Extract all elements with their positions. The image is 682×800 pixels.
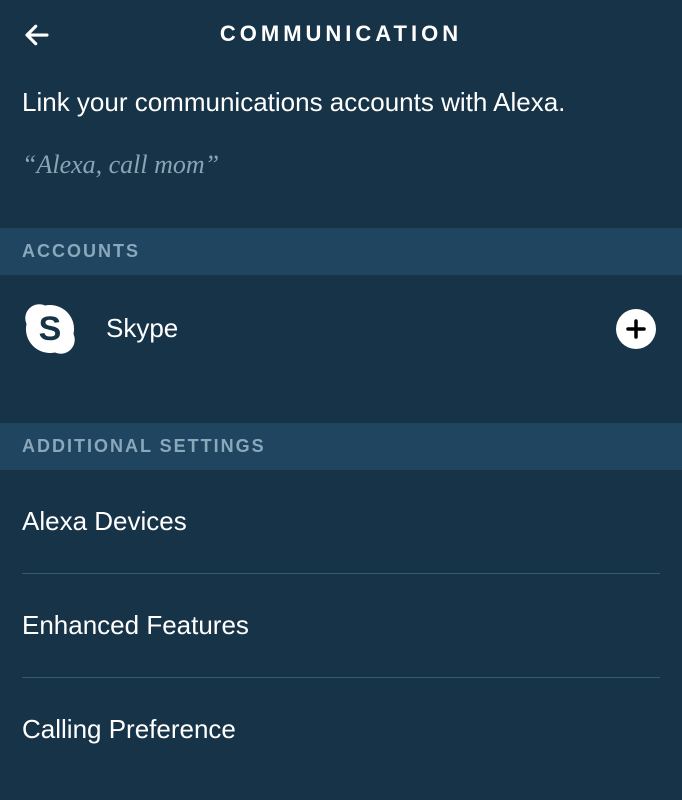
add-account-button[interactable] — [616, 309, 656, 349]
back-arrow-icon — [22, 20, 52, 50]
skype-icon: S — [22, 301, 78, 357]
account-row-skype[interactable]: S Skype — [0, 275, 682, 379]
account-label: Skype — [106, 313, 616, 344]
section-header-additional: ADDITIONAL SETTINGS — [0, 423, 682, 470]
settings-item-alexa-devices[interactable]: Alexa Devices — [22, 470, 660, 574]
back-button[interactable] — [22, 20, 52, 55]
svg-text:S: S — [39, 310, 62, 348]
example-phrase: “Alexa, call mom” — [0, 130, 682, 208]
settings-list: Alexa Devices Enhanced Features Calling … — [0, 470, 682, 781]
section-header-accounts: ACCOUNTS — [0, 228, 682, 275]
plus-icon — [624, 317, 648, 341]
settings-item-calling-preference[interactable]: Calling Preference — [22, 678, 660, 781]
settings-item-enhanced-features[interactable]: Enhanced Features — [22, 574, 660, 678]
page-title: COMMUNICATION — [0, 21, 682, 47]
page-subtitle: Link your communications accounts with A… — [0, 68, 682, 130]
header: COMMUNICATION — [0, 0, 682, 68]
